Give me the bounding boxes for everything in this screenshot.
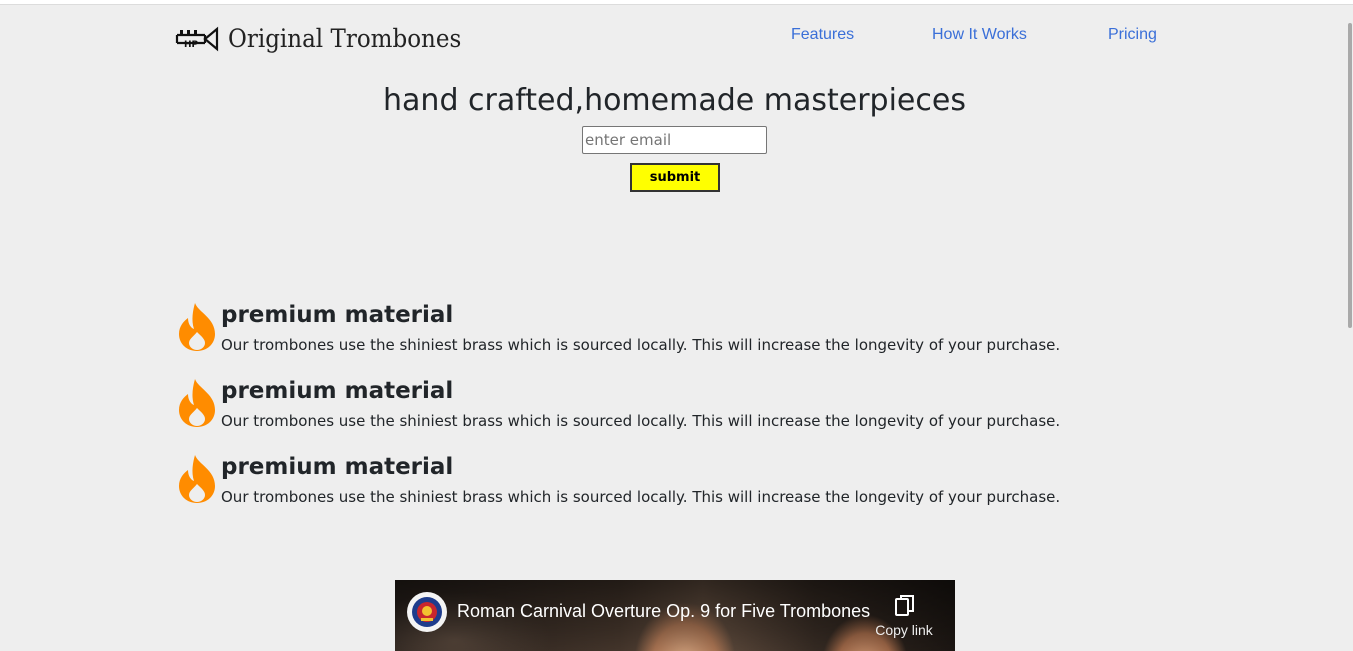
scrollbar-thumb[interactable]: [1348, 23, 1352, 328]
svg-text:HP: HP: [184, 40, 199, 50]
feature-description: Our trombones use the shiniest brass whi…: [221, 336, 1061, 354]
feature-description: Our trombones use the shiniest brass whi…: [221, 412, 1061, 430]
copy-link-button[interactable]: Copy link: [873, 592, 935, 640]
email-input[interactable]: [582, 126, 767, 154]
video-title[interactable]: Roman Carnival Overture Op. 9 for Five T…: [457, 601, 870, 622]
channel-emblem-icon: [408, 593, 446, 631]
channel-avatar[interactable]: [407, 592, 447, 632]
feature-description: Our trombones use the shiniest brass whi…: [221, 488, 1061, 506]
video-embed[interactable]: Roman Carnival Overture Op. 9 for Five T…: [395, 580, 955, 651]
feature-item: premium material Our trombones use the s…: [178, 454, 1078, 514]
feature-title: premium material: [221, 378, 454, 404]
trombone-logo-icon: HP: [175, 26, 219, 51]
submit-button[interactable]: submit: [630, 163, 720, 192]
nav-link-pricing[interactable]: Pricing: [1108, 26, 1157, 44]
copy-icon: [895, 595, 914, 616]
fire-icon: [179, 379, 215, 427]
hero-title: hand crafted,homemade masterpieces: [383, 83, 966, 118]
feature-item: premium material Our trombones use the s…: [178, 378, 1078, 438]
feature-title: premium material: [221, 454, 454, 480]
feature-item: premium material Our trombones use the s…: [178, 302, 1078, 362]
copy-link-label: Copy link: [875, 622, 933, 638]
feature-title: premium material: [221, 302, 454, 328]
nav-link-how-it-works[interactable]: How It Works: [932, 26, 1027, 44]
site-header: HP Original Trombones Features How It Wo…: [0, 5, 1345, 69]
fire-icon: [179, 455, 215, 503]
nav-link-features[interactable]: Features: [791, 26, 854, 44]
fire-icon: [179, 303, 215, 351]
brand-name: Original Trombones: [228, 24, 462, 53]
brand-logo[interactable]: HP Original Trombones: [175, 24, 482, 53]
